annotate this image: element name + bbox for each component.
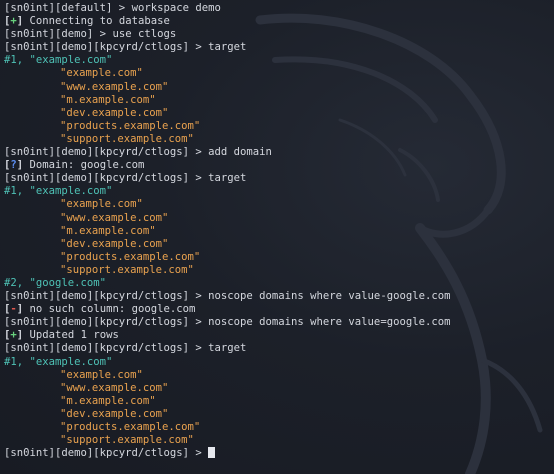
- prompt-text: [sn0int][demo][kpcyrd/ctlogs] >: [4, 146, 209, 159]
- terminal-line-item: "products.example.com": [4, 120, 554, 133]
- subdomain-item: "products.example.com": [60, 119, 201, 132]
- subdomain-item: "m.example.com": [60, 93, 156, 106]
- terminal-line-item: "example.com": [4, 198, 554, 211]
- command-text: noscope domains where value=google.com: [208, 316, 451, 329]
- subdomain-item: "support.example.com": [60, 263, 194, 276]
- subdomain-item: "dev.example.com": [60, 237, 169, 250]
- target-header: #1, "example.com": [4, 355, 113, 368]
- terminal-line-status: [-] no such column: google.com: [4, 303, 554, 316]
- terminal-line-status: [?] Domain: google.com: [4, 159, 554, 172]
- terminal-line-prompt: [sn0int][demo][kpcyrd/ctlogs] > add doma…: [4, 146, 554, 159]
- terminal-output: [sn0int][default] > workspace demo [+] Co…: [4, 2, 554, 460]
- subdomain-item: "example.com": [60, 67, 143, 80]
- terminal-line-prompt: [sn0int][demo][kpcyrd/ctlogs] > target: [4, 172, 554, 185]
- subdomain-item: "example.com": [60, 368, 143, 381]
- terminal-line-prompt: [sn0int][demo][kpcyrd/ctlogs] > noscope …: [4, 290, 554, 303]
- command-text: target: [208, 41, 247, 54]
- target-header: #1, "example.com": [4, 54, 113, 67]
- subdomain-item: "products.example.com": [60, 421, 201, 433]
- terminal-line-prompt: [sn0int][demo][kpcyrd/ctlogs] >: [4, 447, 554, 460]
- terminal-line-item: "dev.example.com": [4, 408, 554, 421]
- subdomain-item: "support.example.com": [60, 132, 194, 145]
- terminal-line-item: "www.example.com": [4, 81, 554, 94]
- command-text: noscope domains where value-google.com: [208, 290, 451, 303]
- subdomain-item: "www.example.com": [60, 381, 169, 394]
- terminal-window[interactable]: [sn0int][default] > workspace demo [+] Co…: [0, 0, 554, 474]
- prompt-text: [sn0int][demo][kpcyrd/ctlogs] >: [4, 342, 209, 355]
- terminal-line-prompt: [sn0int][demo] > use ctlogs: [4, 28, 554, 41]
- target-header: #2, "google.com": [4, 276, 107, 289]
- prompt-text: [sn0int][demo][kpcyrd/ctlogs] >: [4, 290, 209, 303]
- status-message: Updated 1 rows: [23, 329, 119, 342]
- command-text: use ctlogs: [112, 28, 177, 41]
- terminal-line-header: #1, "example.com": [4, 185, 554, 198]
- terminal-line-header: #1, "example.com": [4, 54, 554, 67]
- command-text: target: [208, 342, 247, 355]
- terminal-line-item: "www.example.com": [4, 212, 554, 225]
- terminal-line-prompt: [sn0int][default] > workspace demo: [4, 2, 554, 15]
- terminal-line-status: [+] Updated 1 rows: [4, 329, 554, 342]
- target-header: #1, "example.com": [4, 185, 113, 198]
- command-text: target: [208, 172, 247, 185]
- subdomain-item: "m.example.com": [60, 394, 156, 407]
- status-message: no such column: google.com: [23, 303, 196, 316]
- terminal-line-item: "m.example.com": [4, 225, 554, 238]
- terminal-line-item: "dev.example.com": [4, 107, 554, 120]
- terminal-line-item: "support.example.com": [4, 434, 554, 447]
- subdomain-item: "dev.example.com": [60, 106, 169, 119]
- subdomain-item: "m.example.com": [60, 224, 156, 237]
- prompt-text: [sn0int][default] >: [4, 2, 132, 14]
- block-cursor-icon[interactable]: [208, 447, 216, 459]
- prompt-text: [sn0int][demo][kpcyrd/ctlogs] >: [4, 172, 209, 185]
- terminal-line-item: "m.example.com": [4, 395, 554, 408]
- subdomain-item: "products.example.com": [60, 250, 201, 263]
- subdomain-item: "www.example.com": [60, 211, 169, 224]
- subdomain-item: "www.example.com": [60, 80, 169, 93]
- terminal-line-prompt: [sn0int][demo][kpcyrd/ctlogs] > target: [4, 342, 554, 355]
- status-message: Domain: google.com: [23, 159, 145, 172]
- terminal-line-item: "support.example.com": [4, 264, 554, 277]
- command-text: workspace demo: [131, 2, 221, 14]
- terminal-line-item: "products.example.com": [4, 251, 554, 264]
- subdomain-item: "example.com": [60, 198, 143, 211]
- terminal-line-item: "example.com": [4, 369, 554, 382]
- prompt-text: [sn0int][demo] >: [4, 28, 113, 41]
- terminal-line-prompt: [sn0int][demo][kpcyrd/ctlogs] > noscope …: [4, 316, 554, 329]
- terminal-line-header: #2, "google.com": [4, 277, 554, 290]
- terminal-line-item: "www.example.com": [4, 382, 554, 395]
- terminal-line-item: "products.example.com": [4, 421, 554, 434]
- terminal-line-item: "support.example.com": [4, 133, 554, 146]
- command-text: add domain: [208, 146, 272, 159]
- subdomain-item: "dev.example.com": [60, 407, 169, 420]
- prompt-text: [sn0int][demo][kpcyrd/ctlogs] >: [4, 447, 209, 460]
- terminal-line-header: #1, "example.com": [4, 356, 554, 369]
- prompt-text: [sn0int][demo][kpcyrd/ctlogs] >: [4, 41, 209, 54]
- terminal-line-prompt: [sn0int][demo][kpcyrd/ctlogs] > target: [4, 41, 554, 54]
- terminal-line-item: "example.com": [4, 67, 554, 80]
- prompt-text: [sn0int][demo][kpcyrd/ctlogs] >: [4, 316, 209, 329]
- terminal-line-status: [+] Connecting to database: [4, 15, 554, 28]
- subdomain-item: "support.example.com": [60, 434, 194, 447]
- status-message: Connecting to database: [23, 15, 170, 28]
- terminal-line-item: "dev.example.com": [4, 238, 554, 251]
- terminal-line-item: "m.example.com": [4, 94, 554, 107]
